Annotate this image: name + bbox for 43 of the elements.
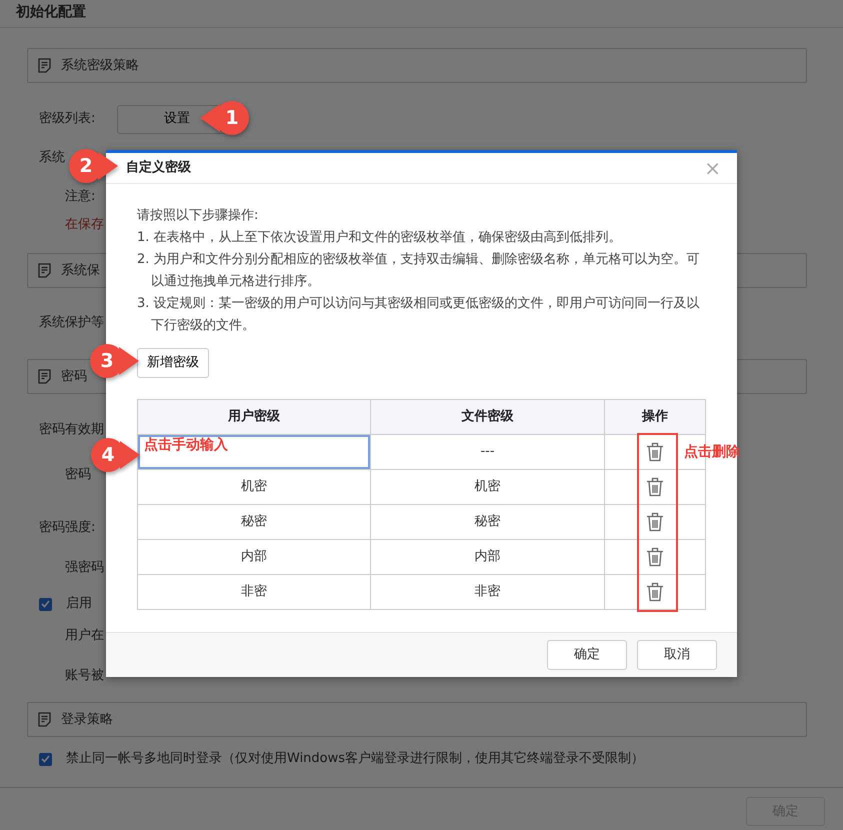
step-tooltip: 3 <box>89 343 141 379</box>
option-text: 注意: <box>65 188 96 206</box>
checkbox-label: 启用 <box>66 595 92 614</box>
table-cell: 内部 <box>370 540 604 574</box>
table-cell: 内部 <box>138 540 370 574</box>
table-cell: 秘密 <box>370 504 604 540</box>
instruction-text: 3. 设定规则：某一密级的用户可以访问与其密级相同或更低密级的文件，即用户可访问同一行及以下行密级的文件。 <box>137 295 701 335</box>
add-level-button[interactable]: 新增密级 <box>137 348 209 378</box>
confirm-button[interactable]: 确定 <box>547 640 627 670</box>
field-label: 密级列表: <box>39 110 96 128</box>
dialog-title: 自定义密级 <box>126 158 191 178</box>
warning-text: 在保存 <box>65 216 104 234</box>
table-cell: 非密 <box>370 574 604 610</box>
field-label: 密码强度: <box>39 519 96 538</box>
table-cell: 机密 <box>370 470 604 504</box>
table-cell: 非密 <box>138 574 370 610</box>
option-text: 强密码 <box>65 559 104 578</box>
instruction-text: 请按照以下步骤操作: <box>137 207 260 225</box>
instruction-text: 1. 在表格中，从上至下依次设置用户和文件的密级枚举值，确保密级由高到低排列。 <box>137 229 623 247</box>
option-text: 密码 <box>65 466 91 484</box>
checkbox-label: 禁止同一帐号多地同时登录（仅对使用Windows客户端登录进行限制，使用其它终端登录不受限制） <box>66 750 644 768</box>
field-label: 系统 <box>39 149 65 168</box>
page-title: 初始化配置 <box>0 0 843 28</box>
step-tooltip: 1 <box>198 100 250 136</box>
instruction-text: 2. 为用户和文件分别分配相应的密级枚举值，支持双击编辑、删除密级名称，单元格可以为空。可以通过拖拽单元格进行排序。 <box>137 251 701 291</box>
step-tooltip: 4 <box>90 437 142 473</box>
option-text: 账号被 <box>65 667 104 686</box>
section-title: 登录策略 <box>61 710 113 729</box>
column-header: 操作 <box>604 400 706 434</box>
table-cell: 秘密 <box>138 504 370 540</box>
column-header: 文件密级 <box>370 400 604 434</box>
field-label: 系统保护等 <box>39 314 104 332</box>
option-text: 用户在 <box>65 627 104 646</box>
section-title: 系统保 <box>61 262 100 280</box>
annotation-text: 点击手动输入 <box>144 436 228 455</box>
table-cell: 机密 <box>138 470 370 504</box>
column-header: 用户密级 <box>138 400 370 434</box>
field-label: 密码有效期 <box>39 421 104 440</box>
cancel-button[interactable]: 取消 <box>637 640 717 670</box>
step-tooltip: 2 <box>68 148 120 184</box>
section-title: 密码 <box>61 368 87 386</box>
table-cell: --- <box>370 434 604 470</box>
section-title: 系统密级策略 <box>61 56 139 75</box>
